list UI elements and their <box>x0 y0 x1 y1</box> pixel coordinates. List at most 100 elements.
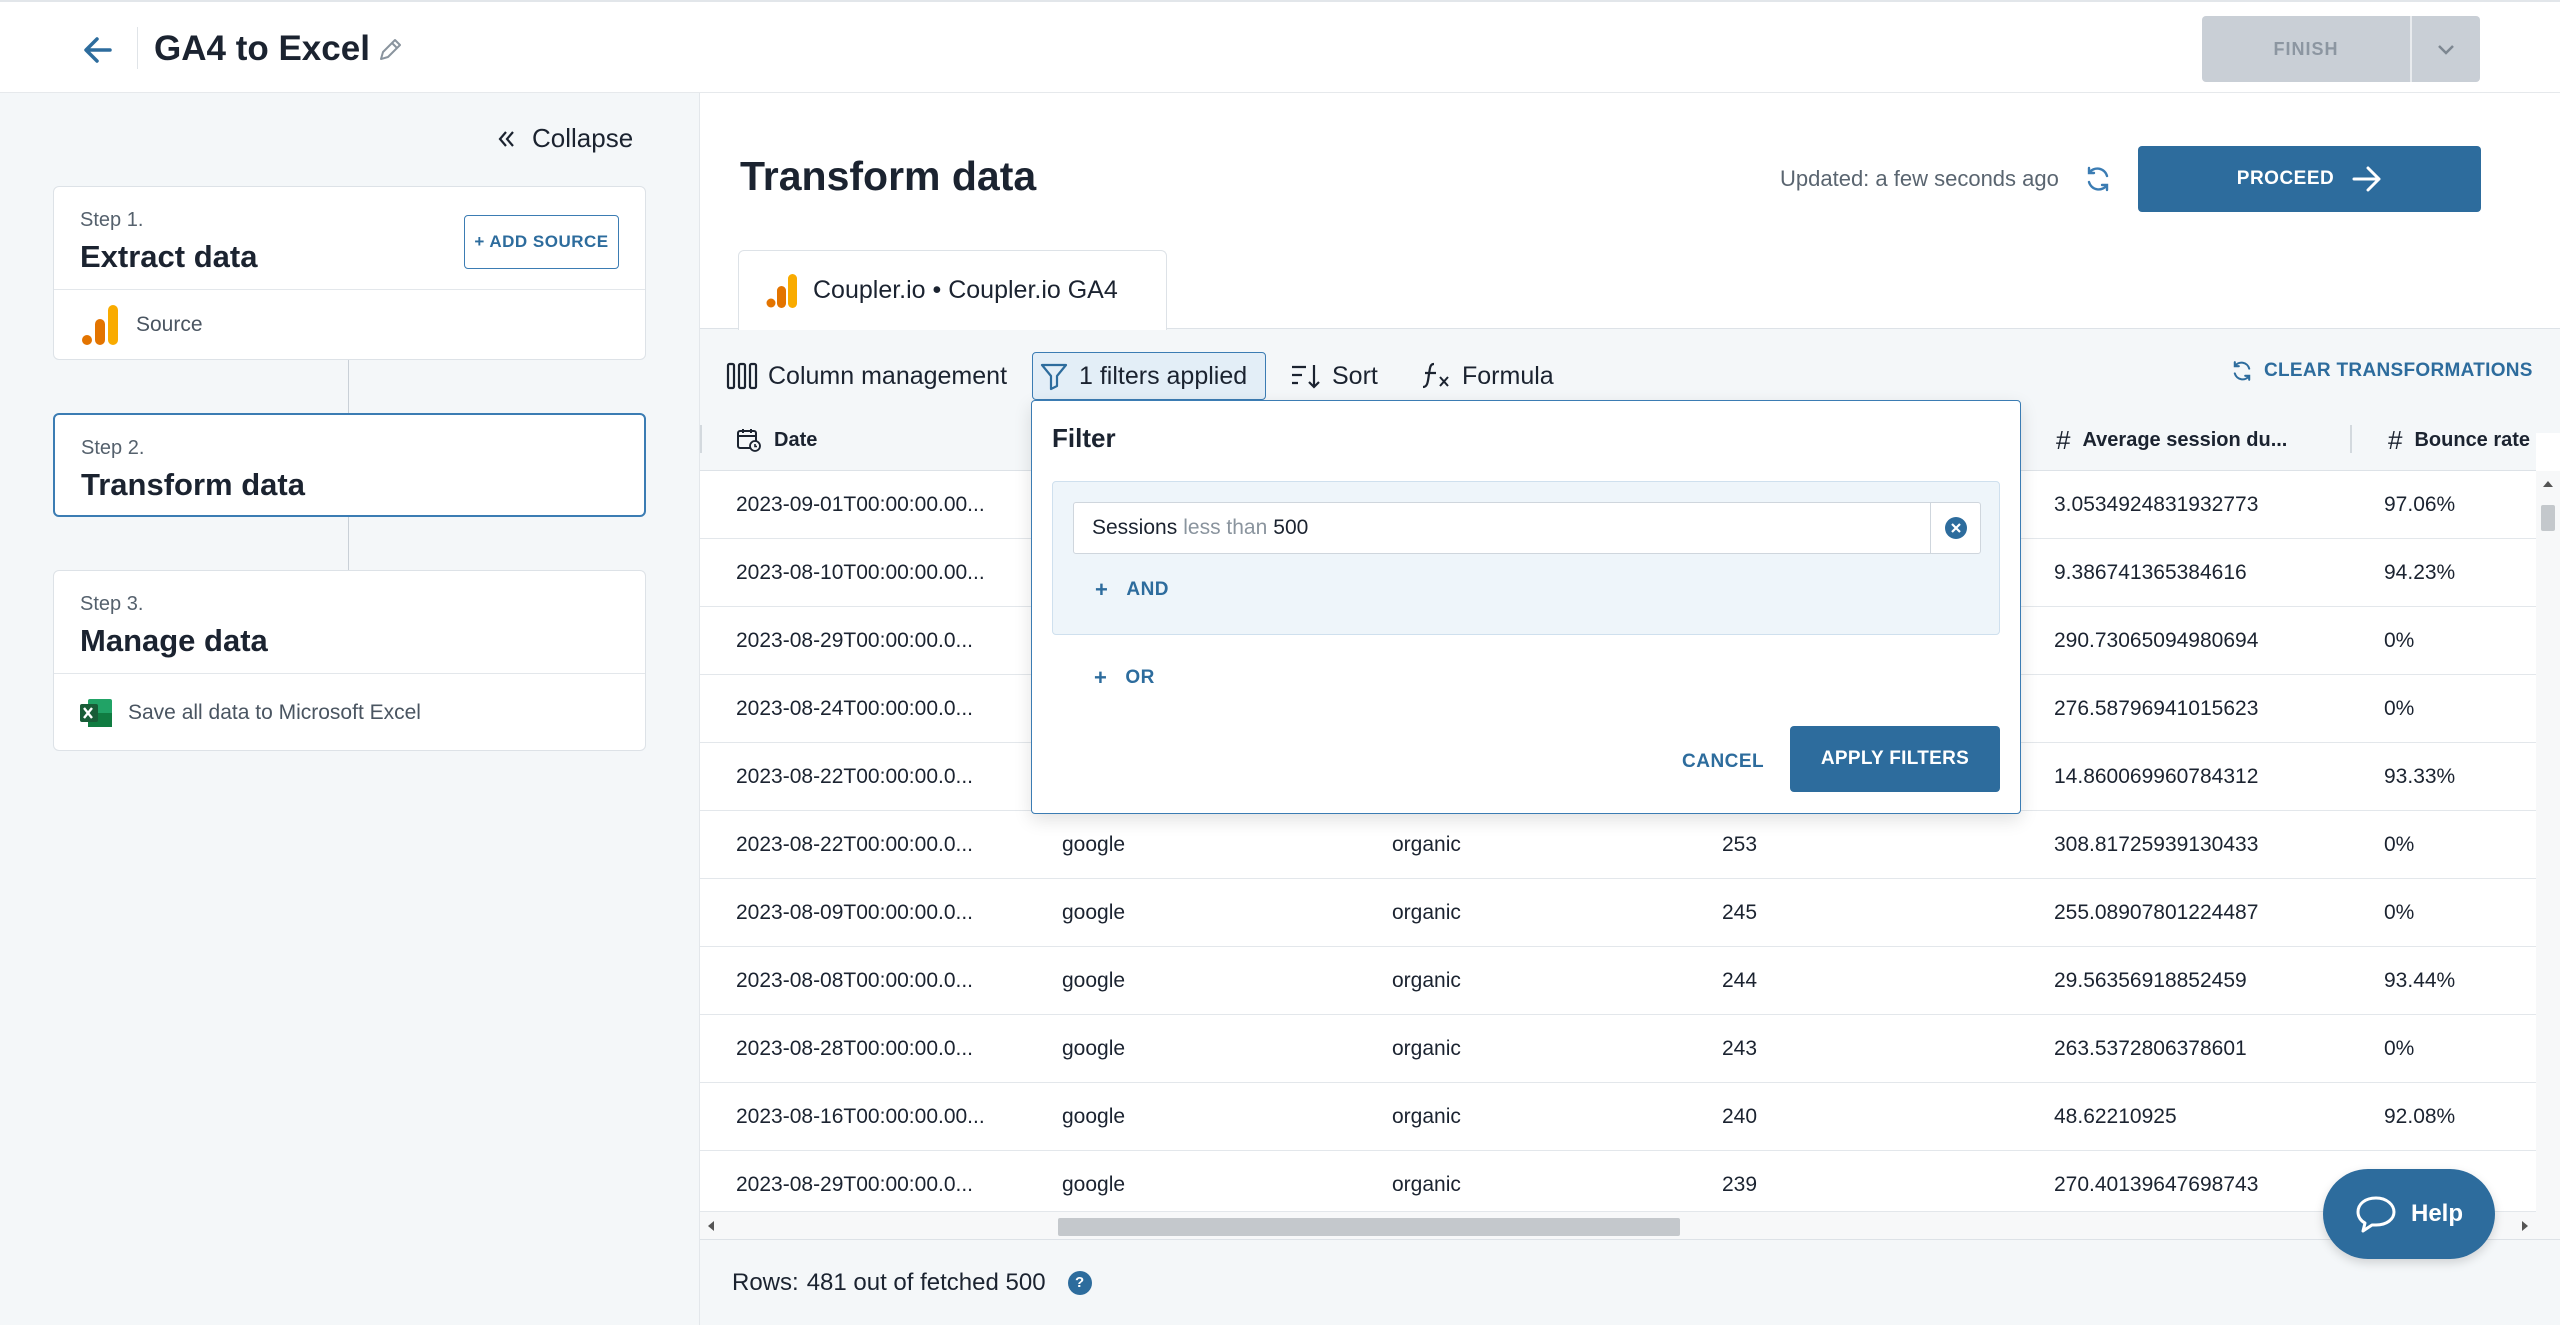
table-cell: 0% <box>2384 833 2415 856</box>
question-icon[interactable]: ? <box>1067 1270 1092 1295</box>
or-label: OR <box>1125 667 1155 688</box>
table-cell: 255.08907801224487 <box>2054 901 2259 924</box>
destination-row[interactable]: Save all data to Microsoft Excel <box>54 673 645 751</box>
filter-title: Filter <box>1052 423 1116 453</box>
column-header-avg-session[interactable]: # Average session du... <box>2056 409 2287 471</box>
table-cell: 29.56356918852459 <box>2054 969 2247 992</box>
table-cell: 245 <box>1722 901 1758 924</box>
column-header-bounce-rate[interactable]: # Bounce rate <box>2388 409 2530 471</box>
add-or-button[interactable]: + OR <box>1094 665 1155 691</box>
sort-label: Sort <box>1332 361 1378 390</box>
top-header: GA4 to Excel FINISH <box>0 0 2560 93</box>
step-3-card[interactable]: Step 3. Manage data Save all data to Mic… <box>53 570 646 751</box>
arrow-right-icon <box>2352 166 2381 192</box>
add-source-button[interactable]: + ADD SOURCE <box>464 215 619 269</box>
table-row[interactable]: 2023-08-08T00:00:00.0... google organic 244… <box>700 947 2536 1015</box>
rows-label: Rows: <box>732 1268 799 1296</box>
excel-icon <box>80 698 112 727</box>
table-cell: organic <box>1392 901 1461 924</box>
steps-sidebar: Collapse Step 1. Extract data + ADD SOUR… <box>0 93 700 1325</box>
table-cell: 253 <box>1722 833 1758 856</box>
table-cell: 0% <box>2384 1037 2415 1060</box>
columns-icon <box>726 362 758 390</box>
step-2-label: Step 2. <box>81 437 145 459</box>
table-cell: google <box>1062 1173 1126 1196</box>
horizontal-scrollbar[interactable] <box>700 1211 2536 1239</box>
source-label: Source <box>136 313 203 336</box>
table-footer: Rows: 481 out of fetched 500 ? <box>700 1239 2560 1325</box>
table-cell: 93.44% <box>2384 969 2456 992</box>
step-3-title: Manage data <box>80 623 268 658</box>
table-row[interactable]: 2023-08-22T00:00:00.0... google organic 253… <box>700 811 2536 879</box>
plus-icon: + <box>1095 577 1109 602</box>
table-cell: google <box>1062 901 1126 924</box>
table-row[interactable]: 2023-08-09T00:00:00.0... google organic 245… <box>700 879 2536 947</box>
condition-field: Sessions <box>1092 516 1178 539</box>
table-cell: 2023-08-28T00:00:00.0... <box>736 1037 974 1060</box>
table-row[interactable]: 2023-08-28T00:00:00.0... google organic 243… <box>700 1015 2536 1083</box>
filter-popover: Filter Sessions less than 500 + AND + OR… <box>1031 400 2021 814</box>
table-cell: 0% <box>2384 629 2415 652</box>
table-cell: 2023-08-08T00:00:00.0... <box>736 969 974 992</box>
number-icon: # <box>2056 424 2071 455</box>
table-row[interactable]: 2023-08-16T00:00:00.00... google organic 24… <box>700 1083 2536 1151</box>
table-cell: 2023-08-29T00:00:00.0... <box>736 629 974 652</box>
finish-button[interactable]: FINISH <box>2202 16 2412 82</box>
column-divider <box>2350 425 2352 453</box>
help-button[interactable]: Help <box>2323 1169 2495 1259</box>
table-cell: 270.40139647698743 <box>2054 1173 2259 1196</box>
scroll-up-icon <box>2543 481 2553 487</box>
table-cell: organic <box>1392 1037 1461 1060</box>
number-icon: # <box>2388 424 2403 455</box>
add-and-button[interactable]: + AND <box>1095 577 1169 603</box>
filters-button[interactable]: 1 filters applied <box>1032 352 1266 400</box>
formula-button[interactable]: Formula <box>1414 352 1560 400</box>
scrollbar-thumb[interactable] <box>1058 1218 1680 1236</box>
chat-bubble-icon <box>2356 1196 2396 1233</box>
sort-icon <box>1292 365 1320 389</box>
scroll-left-icon <box>708 1221 714 1231</box>
filter-condition-text[interactable]: Sessions less than 500 <box>1074 503 1930 553</box>
proceed-button[interactable]: PROCEED <box>2138 146 2481 212</box>
header-divider <box>137 27 138 69</box>
table-cell: 240 <box>1722 1105 1758 1128</box>
table-cell: 48.62210925 <box>2054 1105 2177 1128</box>
table-cell: organic <box>1392 833 1461 856</box>
step-2-card[interactable]: Step 2. Transform data <box>53 413 646 517</box>
cancel-button[interactable]: CANCEL <box>1682 751 1764 773</box>
table-cell: 2023-08-24T00:00:00.0... <box>736 697 974 720</box>
clear-transformations-button[interactable]: CLEAR TRANSFORMATIONS <box>2230 359 2533 383</box>
ga4-logo-icon <box>82 305 118 345</box>
chevron-down-icon[interactable] <box>2412 16 2480 82</box>
column-management-button[interactable]: Column management <box>720 352 1013 400</box>
vertical-scrollbar[interactable] <box>2536 471 2560 1311</box>
remove-condition-button[interactable] <box>1930 503 1980 553</box>
condition-operator: less than <box>1183 516 1268 539</box>
close-circle-icon <box>1944 517 1967 539</box>
back-arrow-icon[interactable] <box>74 26 122 74</box>
collapse-label: Collapse <box>532 123 634 153</box>
step-2-title: Transform data <box>81 467 305 502</box>
source-row[interactable]: Source <box>54 289 645 360</box>
section-title: Transform data <box>740 153 1037 199</box>
table-cell: 2023-08-16T00:00:00.00... <box>736 1105 985 1128</box>
apply-filters-button[interactable]: APPLY FILTERS <box>1790 726 2000 792</box>
sort-button[interactable]: Sort <box>1284 352 1384 400</box>
source-tab[interactable]: Coupler.io • Coupler.io GA4 <box>738 250 1167 330</box>
step-1-card[interactable]: Step 1. Extract data + ADD SOURCE Source <box>53 186 646 360</box>
calendar-icon <box>737 429 761 452</box>
table-cell: 276.58796941015623 <box>2054 697 2259 720</box>
scrollbar-thumb[interactable] <box>2541 505 2555 531</box>
collapse-button[interactable]: Collapse <box>496 123 633 154</box>
table-row[interactable]: 2023-08-29T00:00:00.0... google organic 239… <box>700 1151 2536 1219</box>
pencil-icon[interactable] <box>372 32 408 68</box>
filter-condition[interactable]: Sessions less than 500 <box>1073 502 1981 554</box>
column-header-date[interactable]: Date <box>736 409 817 471</box>
table-cell: organic <box>1392 969 1461 992</box>
step-1-title: Extract data <box>80 239 258 274</box>
table-cell: 3.0534924831932773 <box>2054 493 2259 516</box>
table-cell: 2023-08-09T00:00:00.0... <box>736 901 974 924</box>
table-cell: google <box>1062 1105 1126 1128</box>
refresh-icon[interactable] <box>2080 161 2116 197</box>
table-cell: 263.5372806378601 <box>2054 1037 2247 1060</box>
